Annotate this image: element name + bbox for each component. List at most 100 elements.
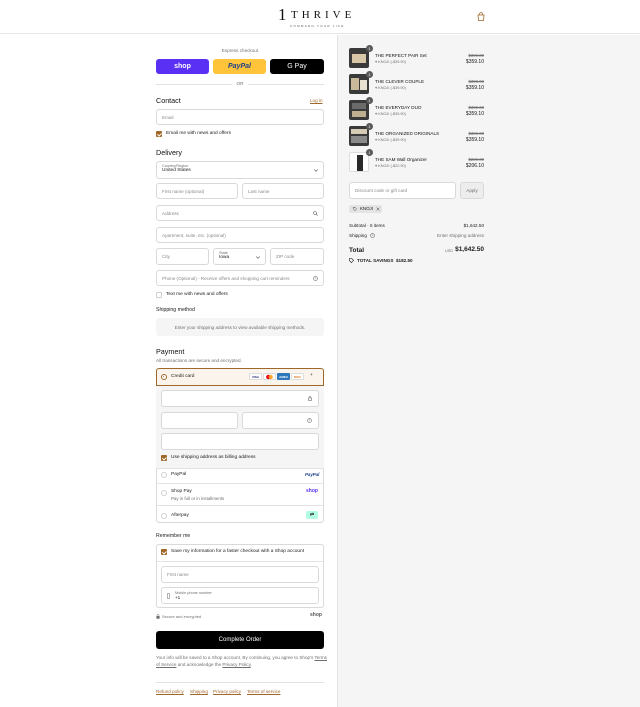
product-name: THE PERFECT PAIR Set (375, 53, 427, 58)
search-icon (313, 211, 318, 216)
save-info-label: Save my information for a faster checkou… (171, 549, 305, 554)
credit-card-radio[interactable] (161, 374, 167, 380)
discount-chip-label: KNOJI (360, 206, 373, 211)
terms-of-service-footer-link[interactable]: Terms of service (247, 689, 280, 694)
complete-order-button[interactable]: Complete Order (156, 631, 324, 649)
last-name-field[interactable]: Last name (242, 183, 324, 199)
total-value: $1,642.50 (455, 246, 484, 253)
privacy-policy-footer-link[interactable]: Privacy policy (213, 689, 241, 694)
or-label: OR (232, 81, 248, 86)
afterpay-radio[interactable] (161, 513, 167, 519)
quantity-badge: 1 (366, 71, 373, 78)
security-code-field[interactable]: ? (242, 412, 319, 429)
shipping-method-heading: Shipping method (156, 307, 195, 313)
svg-text:?: ? (372, 234, 374, 238)
logo-tagline: COMMAND YOUR LIFE (290, 24, 345, 28)
email-field[interactable]: Email (156, 109, 324, 125)
expiration-field[interactable] (161, 412, 238, 429)
text-news-checkbox[interactable] (156, 292, 162, 298)
mobile-phone-field[interactable]: Mobile phone number +1 (161, 587, 319, 604)
divider (156, 682, 324, 683)
product-discount-text: KNOJI (-$39.90) (378, 112, 406, 116)
payment-subtitle: All transactions are secure and encrypte… (156, 358, 242, 363)
privacy-policy-link[interactable]: Privacy Policy (222, 662, 250, 667)
close-icon[interactable] (376, 207, 380, 211)
card-number-field[interactable] (161, 390, 319, 407)
shipping-policy-link[interactable]: Shipping (190, 689, 208, 694)
shop-pay-sublabel: Pay in full or in installments (171, 496, 225, 501)
product-discount: ⌖ KNOJI (-$39.90) (375, 60, 406, 64)
help-circle-icon[interactable]: ? (313, 276, 318, 281)
product-image (349, 74, 369, 94)
first-name-field[interactable]: First name (optional) (156, 183, 238, 199)
country-select[interactable]: Country/Region United States (156, 161, 324, 179)
tag-icon (349, 258, 354, 263)
help-circle-icon[interactable]: ? (307, 418, 312, 423)
mobile-phone-icon (167, 593, 170, 599)
divider (156, 561, 324, 562)
gpay-text: G Pay (287, 63, 307, 70)
afterpay-logo: ⇄ (306, 511, 318, 519)
payment-heading: Payment (156, 347, 185, 356)
login-link[interactable]: Log in (310, 98, 323, 103)
product-price: $359.10 (465, 85, 484, 91)
apply-button[interactable]: Apply (460, 182, 484, 199)
apartment-field[interactable]: Apartment, suite, etc. (optional) (156, 227, 324, 243)
header: 1 THRIVE COMMAND YOUR LIFE (0, 0, 640, 34)
quantity-badge: 1 (366, 123, 373, 130)
total-savings-label: TOTAL SAVINGS (357, 258, 394, 263)
divider (156, 505, 324, 506)
shop-pay-button[interactable]: shop (156, 59, 209, 74)
paypal-text: PayPal (228, 63, 251, 70)
remember-me-heading: Remember me (156, 533, 191, 539)
help-circle-icon[interactable]: ? (370, 233, 375, 238)
shop-pay-logo: shop (306, 488, 318, 494)
product-name: THE EVERYDAY DUO (375, 105, 422, 110)
quantity-badge: 1 (366, 97, 373, 104)
shipping-method-box: Enter your shipping address to view avai… (156, 318, 324, 336)
zip-placeholder: ZIP code (276, 254, 295, 259)
save-info-checkbox[interactable] (161, 549, 167, 555)
paypal-radio[interactable] (161, 472, 167, 478)
phone-placeholder: Phone (Optional) - Receive offers and sh… (162, 275, 290, 281)
address-field[interactable]: Address (156, 205, 324, 221)
shop-pay-radio[interactable] (161, 490, 167, 496)
product-original-price: $399.00 (468, 53, 484, 58)
brand-logo[interactable]: 1 THRIVE COMMAND YOUR LIFE (278, 5, 368, 30)
lock-icon (156, 614, 160, 619)
email-news-checkbox[interactable] (156, 131, 162, 137)
logo-numeral: 1 (278, 5, 287, 24)
paypal-button[interactable]: PayPal (213, 59, 266, 74)
lock-icon (308, 396, 312, 401)
state-select[interactable]: State Iowa (213, 248, 266, 265)
shipping-value: Enter shipping address (437, 233, 484, 238)
complete-order-label: Complete Order (218, 637, 262, 643)
mastercard-circles-icon (266, 374, 273, 379)
svg-text:?: ? (309, 419, 311, 423)
first-name-placeholder: First name (optional) (162, 188, 205, 194)
product-name: THE SAM Wall Organizer (375, 157, 427, 162)
email-placeholder: Email (162, 114, 174, 120)
name-on-card-field[interactable] (161, 433, 319, 450)
total-savings-value: $182.50 (396, 258, 413, 263)
city-field[interactable]: City (156, 248, 209, 265)
product-original-price: $399.00 (468, 131, 484, 136)
more-cards-label: + (310, 373, 313, 378)
product-image (349, 100, 369, 120)
billing-same-checkbox[interactable] (161, 455, 167, 461)
credit-card-label: Credit card (171, 374, 195, 379)
address-placeholder: Address (162, 210, 179, 216)
shopping-bag-icon[interactable] (477, 12, 485, 21)
google-pay-button[interactable]: G Pay (270, 59, 324, 74)
shop-pay-text: shop (174, 63, 191, 70)
remember-first-name-field[interactable]: First name (161, 566, 319, 583)
discount-code-field[interactable]: Discount code or gift card (349, 182, 456, 199)
zip-field[interactable]: ZIP code (270, 248, 324, 265)
tag-icon (353, 207, 357, 211)
last-name-placeholder: Last name (248, 188, 270, 194)
phone-field[interactable]: Phone (Optional) - Receive offers and sh… (156, 270, 324, 286)
refund-policy-link[interactable]: Refund policy (156, 689, 184, 694)
svg-text:?: ? (315, 277, 317, 281)
product-original-price: $399.00 (468, 105, 484, 110)
secure-label: Secure and encrypted (162, 614, 202, 619)
